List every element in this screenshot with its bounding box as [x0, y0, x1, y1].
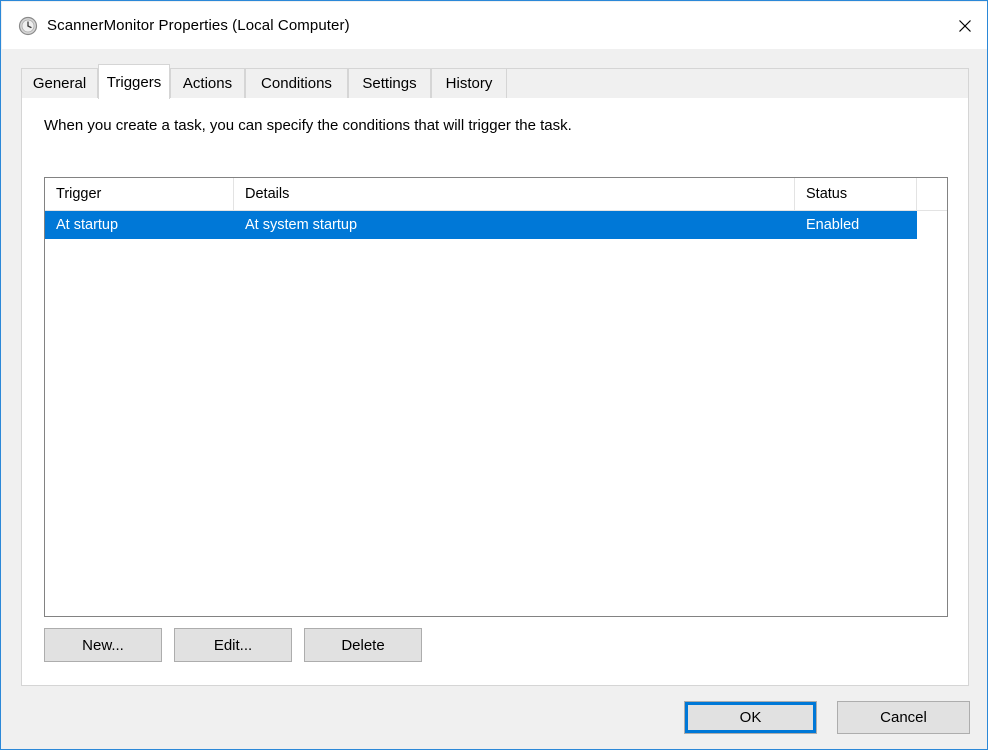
triggers-description: When you create a task, you can specify … [44, 117, 572, 134]
tab-strip: General Triggers Actions Conditions Sett… [21, 64, 969, 99]
close-button[interactable] [942, 2, 987, 49]
tab-general[interactable]: General [21, 69, 98, 98]
tab-general-label: General [32, 75, 87, 92]
triggers-tab-panel: When you create a task, you can specify … [21, 98, 969, 686]
cell-details: At system startup [245, 217, 358, 233]
tab-settings-label: Settings [362, 75, 417, 92]
tab-conditions[interactable]: Conditions [245, 69, 348, 98]
title-bar: ScannerMonitor Properties (Local Compute… [2, 2, 987, 49]
tab-triggers[interactable]: Triggers [98, 64, 170, 99]
triggers-list-header: Trigger Details Status [45, 178, 947, 211]
clock-schedule-icon [18, 16, 38, 36]
column-header-trigger[interactable]: Trigger [45, 178, 234, 210]
task-properties-dialog: ScannerMonitor Properties (Local Compute… [0, 0, 988, 750]
triggers-list[interactable]: Trigger Details Status At startup At sys… [44, 177, 948, 617]
edit-trigger-button[interactable]: Edit... [174, 628, 292, 662]
new-trigger-button[interactable]: New... [44, 628, 162, 662]
tab-history[interactable]: History [431, 69, 507, 98]
table-row[interactable]: At startup At system startup Enabled [45, 211, 917, 239]
delete-trigger-button[interactable]: Delete [304, 628, 422, 662]
cell-trigger: At startup [56, 217, 119, 233]
tab-conditions-label: Conditions [261, 75, 332, 92]
cell-status: Enabled [806, 217, 860, 233]
cancel-button[interactable]: Cancel [837, 701, 970, 734]
tab-history-label: History [445, 75, 493, 92]
close-icon [957, 18, 973, 34]
tab-settings[interactable]: Settings [348, 69, 431, 98]
ok-button[interactable]: OK [684, 701, 817, 734]
window-title: ScannerMonitor Properties (Local Compute… [47, 17, 350, 34]
tab-triggers-label: Triggers [106, 73, 162, 91]
column-header-details[interactable]: Details [234, 178, 795, 210]
tab-actions-label: Actions [182, 75, 233, 92]
column-header-status[interactable]: Status [795, 178, 917, 210]
tab-actions[interactable]: Actions [170, 69, 245, 98]
